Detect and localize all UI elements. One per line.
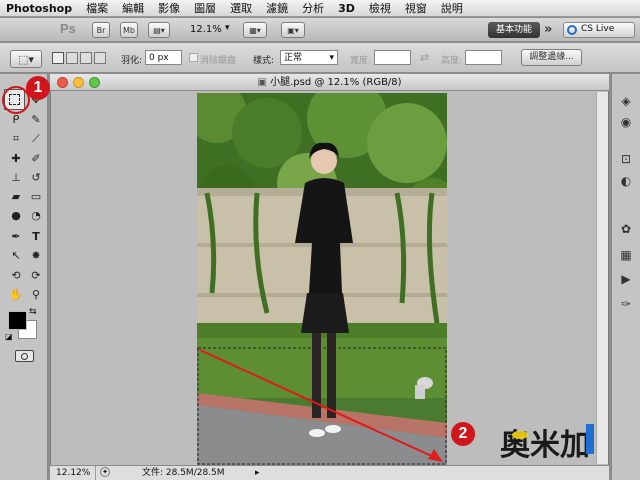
gradient-tool-icon[interactable]: ▭ xyxy=(27,189,45,204)
cs-live-label: CS Live xyxy=(581,24,615,34)
status-file-info: 文件: 28.5M/28.5M xyxy=(142,468,225,478)
clone-stamp-tool-icon[interactable]: ⊥ xyxy=(7,170,25,185)
refine-edge-button[interactable]: 調整邊緣... xyxy=(521,49,582,66)
menu-analysis[interactable]: 分析 xyxy=(302,0,324,16)
feather-input[interactable]: 0 px xyxy=(145,50,182,65)
document-title: 小腿.psd @ 12.1% (RGB/8) xyxy=(270,77,402,88)
vertical-scrollbar[interactable] xyxy=(596,92,608,464)
document-titlebar: ▣ 小腿.psd @ 12.1% (RGB/8) xyxy=(50,74,609,91)
menu-file[interactable]: 檔案 xyxy=(86,0,108,16)
menu-view[interactable]: 檢視 xyxy=(369,0,391,16)
style-label: 樣式: xyxy=(253,56,275,66)
zoom-window-button[interactable] xyxy=(89,77,100,88)
lasso-tool-icon[interactable]: ᑭ xyxy=(7,112,25,127)
watermark-logo: 奧米加 xyxy=(500,428,590,463)
new-selection-icon[interactable] xyxy=(52,52,64,64)
healing-brush-tool-icon[interactable]: ✚ xyxy=(7,151,25,166)
document-icon: ▣ xyxy=(257,77,271,88)
path-selection-tool-icon[interactable]: ↖ xyxy=(7,248,25,263)
bridge-button[interactable]: Br xyxy=(92,22,110,38)
layers-panel-icon[interactable]: ◈ xyxy=(617,93,635,109)
dodge-tool-icon[interactable]: ◔ xyxy=(27,208,45,223)
style-select-value: 正常 xyxy=(284,53,303,63)
foreground-color-top[interactable] xyxy=(8,311,27,330)
minimize-window-button[interactable] xyxy=(73,77,84,88)
antialias-checkbox[interactable] xyxy=(189,53,198,62)
menu-image[interactable]: 影像 xyxy=(158,0,180,16)
grid-panel-icon[interactable]: ▦ xyxy=(617,247,635,263)
watermark-blue-bar xyxy=(586,424,594,454)
crop-tool-icon[interactable]: ⌗ xyxy=(7,131,25,146)
subtract-selection-icon[interactable] xyxy=(80,52,92,64)
step-1-badge: 1 xyxy=(26,76,50,100)
menu-edit[interactable]: 編輯 xyxy=(122,0,144,16)
tool-preset-picker[interactable]: ⬚▾ xyxy=(10,50,42,68)
intersect-selection-icon[interactable] xyxy=(94,52,106,64)
view-extras-button[interactable]: ▤▾ xyxy=(148,22,170,38)
height-input[interactable] xyxy=(465,50,502,65)
app-menu[interactable]: Photoshop xyxy=(6,2,72,15)
quick-mask-button[interactable] xyxy=(15,350,34,362)
channels-panel-icon[interactable]: ◉ xyxy=(617,114,635,130)
transform-panel-icon[interactable]: ⊡ xyxy=(617,151,635,167)
drag-arrow xyxy=(199,349,443,462)
arrange-documents-button[interactable]: ▦▾ xyxy=(243,22,267,38)
custom-shape-tool-icon[interactable]: ✸ xyxy=(27,248,45,263)
width-input[interactable] xyxy=(374,50,411,65)
watermark-accent xyxy=(512,431,528,439)
swap-dimensions-icon[interactable]: ⇄ xyxy=(420,51,429,64)
menu-layer[interactable]: 圖層 xyxy=(194,0,216,16)
hand-tool-icon[interactable]: ✋ xyxy=(7,287,25,302)
quick-mask-icon xyxy=(21,353,28,360)
brushes-panel-icon[interactable]: ✑ xyxy=(617,296,635,312)
width-label: 寬度: xyxy=(350,56,372,66)
blur-tool-icon[interactable]: ● xyxy=(7,208,25,223)
quick-selection-tool-icon[interactable]: ✎ xyxy=(27,112,45,127)
3d-rotate-tool-icon[interactable]: ⟲ xyxy=(7,268,25,283)
menu-select[interactable]: 選取 xyxy=(230,0,252,16)
add-selection-icon[interactable] xyxy=(66,52,78,64)
zoom-level-menu[interactable]: 12.1% xyxy=(190,24,222,35)
paths-panel-icon[interactable]: ◐ xyxy=(617,173,635,189)
status-bridge-icon[interactable]: ✦ xyxy=(100,467,110,477)
zoom-tool-icon[interactable]: ⚲ xyxy=(27,287,45,302)
history-brush-tool-icon[interactable]: ↺ xyxy=(27,170,45,185)
workspace-essentials-button[interactable]: 基本功能 xyxy=(488,22,540,38)
eyedropper-tool-icon[interactable]: ⟋ xyxy=(27,131,45,146)
cs-live-icon xyxy=(567,25,577,35)
antialias-label: 消除鋸齒 xyxy=(200,56,237,66)
default-colors-icon[interactable]: ◪ xyxy=(5,332,13,341)
status-bar: 12.12% ✦ 文件: 28.5M/28.5M ▸ xyxy=(50,465,609,480)
style-select[interactable]: 正常 ▾ xyxy=(280,50,338,65)
cs-live-button[interactable]: CS Live xyxy=(563,22,635,38)
ps-logo: Ps xyxy=(60,21,76,36)
type-tool-icon[interactable]: T xyxy=(27,229,45,244)
height-label: 高度: xyxy=(441,56,463,66)
screen-mode-button[interactable]: ▣▾ xyxy=(281,22,305,38)
menu-3d[interactable]: 3D xyxy=(338,2,355,15)
close-window-button[interactable] xyxy=(57,77,68,88)
swatches-panel-icon[interactable]: ✿ xyxy=(617,221,635,237)
3d-orbit-tool-icon[interactable]: ⟳ xyxy=(27,268,45,283)
swap-colors-icon[interactable]: ⇆ xyxy=(29,307,37,317)
actions-panel-icon[interactable]: ▶ xyxy=(617,271,635,287)
step-2-badge: 2 xyxy=(451,422,475,446)
menu-help[interactable]: 說明 xyxy=(441,0,463,16)
chevron-down-icon: ▾ xyxy=(329,53,334,63)
pen-tool-icon[interactable]: ✒ xyxy=(7,229,25,244)
eraser-tool-icon[interactable]: ▰ xyxy=(7,189,25,204)
more-workspaces-icon[interactable]: » xyxy=(544,22,552,37)
menu-filter[interactable]: 濾鏡 xyxy=(266,0,288,16)
zoom-dropdown-icon[interactable]: ▾ xyxy=(225,23,230,33)
brush-tool-icon[interactable]: ✐ xyxy=(27,151,45,166)
status-zoom[interactable]: 12.12% xyxy=(56,466,96,480)
feather-label: 羽化: xyxy=(121,56,143,66)
status-menu-arrow-icon[interactable]: ▸ xyxy=(255,466,260,480)
menu-window[interactable]: 視窗 xyxy=(405,0,427,16)
menu-bar: Photoshop 檔案 編輯 影像 圖層 選取 濾鏡 分析 3D 檢視 視窗 … xyxy=(0,0,640,17)
mini-bridge-button[interactable]: Mb xyxy=(120,22,138,38)
